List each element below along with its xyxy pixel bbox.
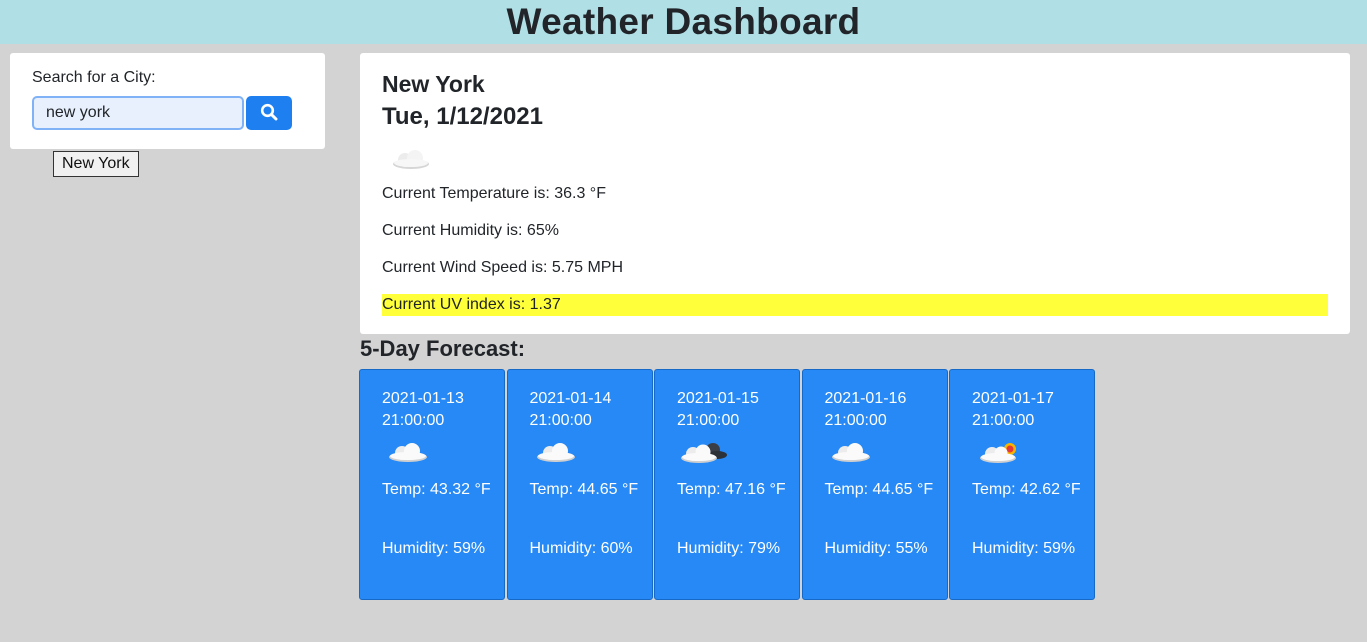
city-search-input[interactable] <box>32 96 244 130</box>
current-weather-panel: New York Tue, 1/12/2021 Current Temperat… <box>360 53 1350 334</box>
search-label: Search for a City: <box>32 69 156 86</box>
forecast-card: 2021-01-17 21:00:00 Temp: 42.62 °F Humid… <box>949 369 1095 600</box>
search-button[interactable] <box>246 96 292 130</box>
cloud-icon <box>829 440 873 469</box>
forecast-date: 2021-01-16 21:00:00 <box>824 390 907 429</box>
forecast-humidity: Humidity: 59% <box>972 540 1076 557</box>
forecast-temp: Temp: 47.16 °F <box>677 481 786 498</box>
search-icon <box>260 103 278 124</box>
current-temperature: Current Temperature is: 36.3 °F <box>382 185 606 202</box>
forecast-temp: Temp: 44.65 °F <box>824 481 934 498</box>
page-title: Weather Dashboard <box>506 1 861 42</box>
current-humidity: Current Humidity is: 65% <box>382 222 559 239</box>
forecast-title: 5-Day Forecast: <box>360 336 526 361</box>
forecast-card: 2021-01-13 21:00:00 Temp: 43.32 °F Humid… <box>359 369 505 600</box>
forecast-temp: Temp: 42.62 °F <box>972 481 1081 498</box>
forecast-card: 2021-01-15 21:00:00 Temp: 47.16 °F Humid… <box>654 369 800 600</box>
search-panel: Search for a City: <box>10 53 325 149</box>
forecast-card: 2021-01-14 21:00:00 Temp: 44.65 °F Humid… <box>506 369 653 600</box>
forecast-date: 2021-01-14 21:00:00 <box>529 390 612 429</box>
cloud-icon <box>386 440 430 469</box>
forecast-card: 2021-01-16 21:00:00 Temp: 44.65 °F Humid… <box>801 369 948 600</box>
app-header: Weather Dashboard <box>0 0 1367 44</box>
forecast-date: 2021-01-13 21:00:00 <box>382 390 464 429</box>
forecast-humidity: Humidity: 79% <box>677 540 781 557</box>
forecast-humidity: Humidity: 59% <box>382 540 486 557</box>
current-date: Tue, 1/12/2021 <box>382 103 543 130</box>
forecast-temp: Temp: 43.32 °F <box>382 481 491 498</box>
forecast-humidity: Humidity: 60% <box>529 540 633 557</box>
forecast-date: 2021-01-17 21:00:00 <box>972 390 1054 429</box>
dark-cloud-icon <box>679 440 729 471</box>
city-name: New York <box>382 71 485 97</box>
cloud-icon <box>390 147 432 176</box>
forecast-humidity: Humidity: 55% <box>824 540 928 557</box>
forecast-row: 2021-01-13 21:00:00 Temp: 43.32 °F Humid… <box>359 369 1097 600</box>
history-item-new-york[interactable]: New York <box>53 151 139 177</box>
forecast-date: 2021-01-15 21:00:00 <box>677 390 759 429</box>
cloud-icon <box>534 440 578 469</box>
current-wind-speed: Current Wind Speed is: 5.75 MPH <box>382 259 623 276</box>
cloud-sun-icon <box>978 440 1024 471</box>
forecast-temp: Temp: 44.65 °F <box>529 481 639 498</box>
uv-index-badge: Current UV index is: 1.37 <box>382 294 1328 316</box>
